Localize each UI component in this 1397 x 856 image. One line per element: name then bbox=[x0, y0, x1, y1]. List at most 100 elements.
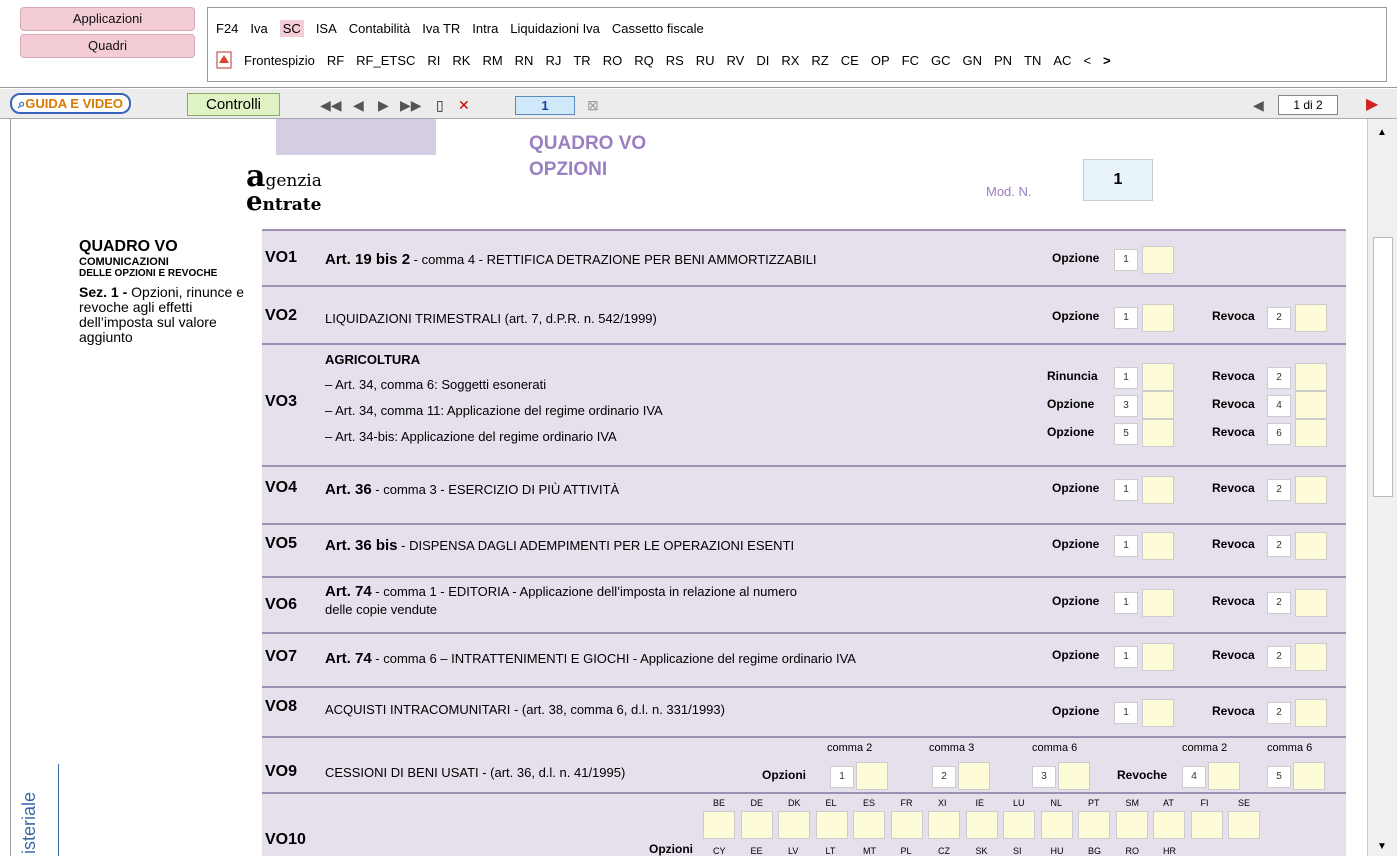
vo3-opzione5-input[interactable] bbox=[1142, 419, 1174, 447]
country-input[interactable] bbox=[1003, 811, 1035, 839]
quadro-tab[interactable]: RN bbox=[515, 53, 534, 68]
country-input[interactable] bbox=[740, 811, 773, 839]
quadro-tab[interactable]: RO bbox=[603, 53, 623, 68]
country-input[interactable] bbox=[703, 811, 735, 839]
prev-page-icon[interactable]: ◀ bbox=[353, 97, 364, 114]
quadro-tab[interactable]: GC bbox=[931, 53, 951, 68]
quadro-tab[interactable]: RS bbox=[666, 53, 684, 68]
vo4-revoca-input[interactable] bbox=[1295, 476, 1327, 504]
quadro-tab[interactable]: Frontespizio bbox=[244, 53, 315, 68]
vo3-revoca6-input[interactable] bbox=[1295, 419, 1327, 447]
prev-quadri-button[interactable]: < bbox=[1083, 53, 1091, 68]
country-input[interactable] bbox=[1153, 811, 1185, 839]
vo7-revoca-input[interactable] bbox=[1295, 643, 1327, 671]
vo7-opzione-input[interactable] bbox=[1142, 643, 1174, 671]
guida-video-button[interactable]: ⌕GUIDA E VIDEO bbox=[10, 93, 132, 114]
quadro-tab[interactable]: RU bbox=[696, 53, 715, 68]
vo9-opz3-input[interactable] bbox=[1058, 762, 1090, 790]
quadro-tab[interactable]: FC bbox=[902, 53, 919, 68]
next-page-icon[interactable]: ▶ bbox=[378, 97, 389, 114]
nav-sc[interactable]: SC bbox=[279, 20, 304, 37]
vo9-rev4-input[interactable] bbox=[1208, 762, 1240, 790]
quadro-tab[interactable]: PN bbox=[994, 53, 1012, 68]
quadro-tab[interactable]: AC bbox=[1053, 53, 1071, 68]
vo9-opz2-input[interactable] bbox=[958, 762, 990, 790]
vo6-opzione-input[interactable] bbox=[1142, 589, 1174, 617]
country-input[interactable] bbox=[815, 811, 848, 839]
quadro-tab[interactable]: RI bbox=[427, 53, 440, 68]
vo9-code: VO9 bbox=[265, 763, 298, 780]
num-box: 1 bbox=[1114, 479, 1138, 501]
first-page-icon[interactable]: ◀◀ bbox=[320, 97, 342, 114]
quadro-tab[interactable]: RF_ETSC bbox=[356, 53, 415, 68]
country-input[interactable] bbox=[1078, 811, 1110, 839]
quadro-tab[interactable]: RF bbox=[327, 53, 344, 68]
country-input[interactable] bbox=[778, 811, 810, 839]
quadro-tab[interactable]: DI bbox=[756, 53, 769, 68]
vo1-opzione-input[interactable] bbox=[1142, 246, 1174, 274]
country-input[interactable] bbox=[1228, 811, 1260, 839]
delete-page-icon[interactable]: ✕ bbox=[458, 97, 470, 114]
country-input[interactable] bbox=[928, 811, 960, 839]
quadro-tab[interactable]: TR bbox=[573, 53, 590, 68]
vo6-revoca-input[interactable] bbox=[1295, 589, 1327, 617]
nav-intra[interactable]: Intra bbox=[472, 21, 498, 36]
vo3-opzione3-input[interactable] bbox=[1142, 391, 1174, 419]
applicazioni-button[interactable]: Applicazioni bbox=[20, 7, 195, 31]
quadro-tab[interactable]: RJ bbox=[545, 53, 561, 68]
quadro-tab[interactable]: TN bbox=[1024, 53, 1041, 68]
mod-n-input[interactable]: 1 bbox=[1083, 159, 1153, 201]
scroll-thumb[interactable] bbox=[1373, 237, 1393, 497]
vertical-scrollbar[interactable]: ▲ ▼ bbox=[1367, 119, 1397, 856]
country-input[interactable] bbox=[1190, 811, 1223, 839]
quadro-tab[interactable]: GN bbox=[962, 53, 982, 68]
quadro-tab[interactable]: RZ bbox=[811, 53, 828, 68]
vo9-rev5-input[interactable] bbox=[1293, 762, 1325, 790]
nav-panel: F24 Iva SC ISA Contabilità Iva TR Intra … bbox=[207, 7, 1387, 82]
quadro-tab[interactable]: OP bbox=[871, 53, 890, 68]
nav-cassetto[interactable]: Cassetto fiscale bbox=[612, 21, 704, 36]
country-input[interactable] bbox=[1115, 811, 1148, 839]
vo2-opzione-input[interactable] bbox=[1142, 304, 1174, 332]
pdf-icon[interactable] bbox=[216, 51, 232, 69]
quadri-button[interactable]: Quadri bbox=[20, 34, 195, 58]
vo4-opzione-input[interactable] bbox=[1142, 476, 1174, 504]
side-sub1: Comunicazioni bbox=[79, 256, 169, 268]
country-input[interactable] bbox=[965, 811, 998, 839]
page-number-input[interactable]: 1 bbox=[515, 96, 575, 115]
vo3-revoca1-input[interactable] bbox=[1295, 363, 1327, 391]
vo3-rinuncia-input[interactable] bbox=[1142, 363, 1174, 391]
nav-ivatr[interactable]: Iva TR bbox=[422, 21, 460, 36]
vo8-opzione-input[interactable] bbox=[1142, 699, 1174, 727]
new-page-icon[interactable]: ▯ bbox=[436, 97, 444, 114]
nav-contabilita[interactable]: Contabilità bbox=[349, 21, 410, 36]
quadro-tab[interactable]: RK bbox=[452, 53, 470, 68]
quadro-tab[interactable]: RX bbox=[781, 53, 799, 68]
controlli-button[interactable]: Controlli bbox=[187, 93, 280, 116]
last-page-icon[interactable]: ▶▶ bbox=[400, 97, 422, 114]
vo3-revoca4-input[interactable] bbox=[1295, 391, 1327, 419]
nav-isa[interactable]: ISA bbox=[316, 21, 337, 36]
vo2-revoca-input[interactable] bbox=[1295, 304, 1327, 332]
vo5-opzione-input[interactable] bbox=[1142, 532, 1174, 560]
vo5-revoca-input[interactable] bbox=[1295, 532, 1327, 560]
page-next-icon[interactable]: ▶ bbox=[1366, 94, 1378, 114]
nav-liquidazioni[interactable]: Liquidazioni Iva bbox=[510, 21, 600, 36]
country-input[interactable] bbox=[853, 811, 885, 839]
country-input[interactable] bbox=[890, 811, 923, 839]
vo9-opz1-input[interactable] bbox=[856, 762, 888, 790]
country-input[interactable] bbox=[1040, 811, 1073, 839]
vo4-desc: - comma 3 - ESERCIZIO DI PIÙ ATTIVITÀ bbox=[371, 482, 620, 497]
quadro-tab[interactable]: RM bbox=[482, 53, 502, 68]
nav-iva[interactable]: Iva bbox=[250, 21, 267, 36]
nav-f24[interactable]: F24 bbox=[216, 21, 238, 36]
opzioni-label: Opzioni bbox=[649, 842, 693, 856]
quadro-tab[interactable]: CE bbox=[841, 53, 859, 68]
scroll-down-icon[interactable]: ▼ bbox=[1377, 841, 1387, 852]
quadro-tab[interactable]: RQ bbox=[634, 53, 654, 68]
quadro-tab[interactable]: RV bbox=[727, 53, 745, 68]
page-prev-icon[interactable]: ◀ bbox=[1253, 97, 1264, 114]
vo8-revoca-input[interactable] bbox=[1295, 699, 1327, 727]
scroll-up-icon[interactable]: ▲ bbox=[1377, 127, 1387, 138]
next-quadri-button[interactable]: > bbox=[1103, 53, 1111, 68]
